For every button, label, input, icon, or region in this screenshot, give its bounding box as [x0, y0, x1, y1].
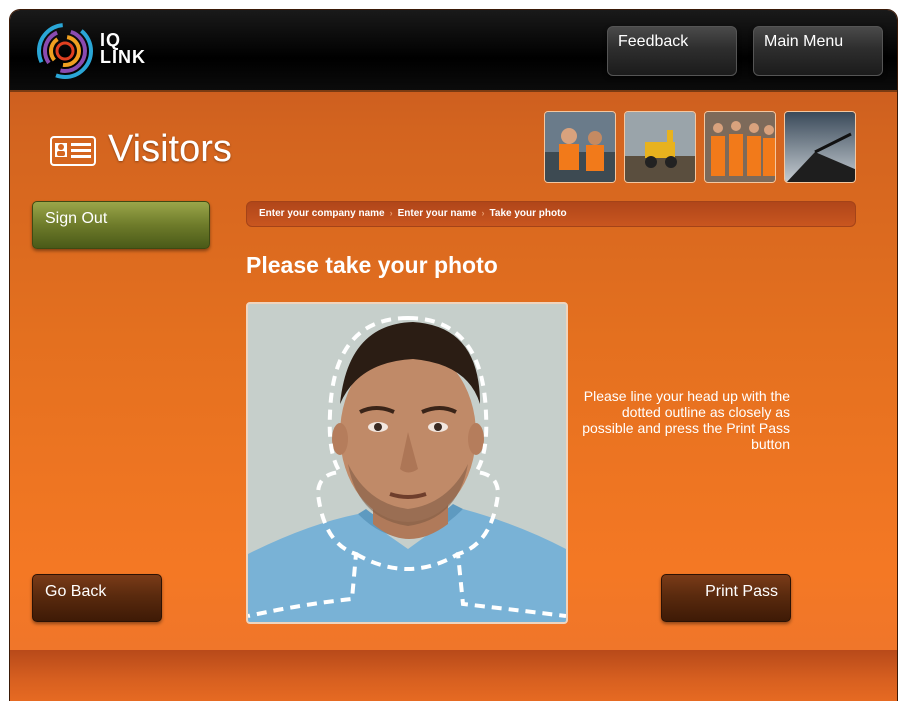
camera-feed-image: [248, 304, 566, 622]
print-pass-button[interactable]: Print Pass: [661, 574, 791, 622]
thumbnail-crew: [704, 111, 776, 183]
sign-out-button[interactable]: Sign Out: [32, 201, 210, 249]
breadcrumb-separator-icon: ›: [481, 208, 485, 218]
alignment-instruction: Please line your head up with the dotted…: [582, 388, 790, 452]
photo-prompt-heading: Please take your photo: [246, 252, 498, 278]
photo-strip: [544, 111, 856, 185]
breadcrumb: Enter your company name › Enter your name ›…: [246, 201, 856, 227]
thumbnail-workers-meeting: [544, 111, 616, 183]
breadcrumb-step-company: Enter your company name: [259, 208, 385, 219]
kiosk-window: IQ LINK Feedback Main Menu Visitors Sign…: [10, 10, 897, 701]
thumbnail-conveyor: [784, 111, 856, 183]
camera-preview: [246, 302, 568, 624]
breadcrumb-separator-icon: ›: [389, 208, 393, 218]
breadcrumb-step-photo: Take your photo: [489, 208, 567, 219]
feedback-button[interactable]: Feedback: [607, 26, 737, 76]
thumbnail-machinery: [624, 111, 696, 183]
footer-bar: [10, 650, 897, 701]
top-bar: IQ LINK Feedback Main Menu: [10, 10, 897, 92]
visitor-badge-icon: [50, 136, 96, 166]
go-back-button[interactable]: Go Back: [32, 574, 162, 622]
page-title: Visitors: [108, 128, 232, 170]
logo-text: IQ LINK: [100, 30, 146, 67]
breadcrumb-step-name: Enter your name: [397, 208, 477, 219]
main-menu-button[interactable]: Main Menu: [753, 26, 883, 76]
